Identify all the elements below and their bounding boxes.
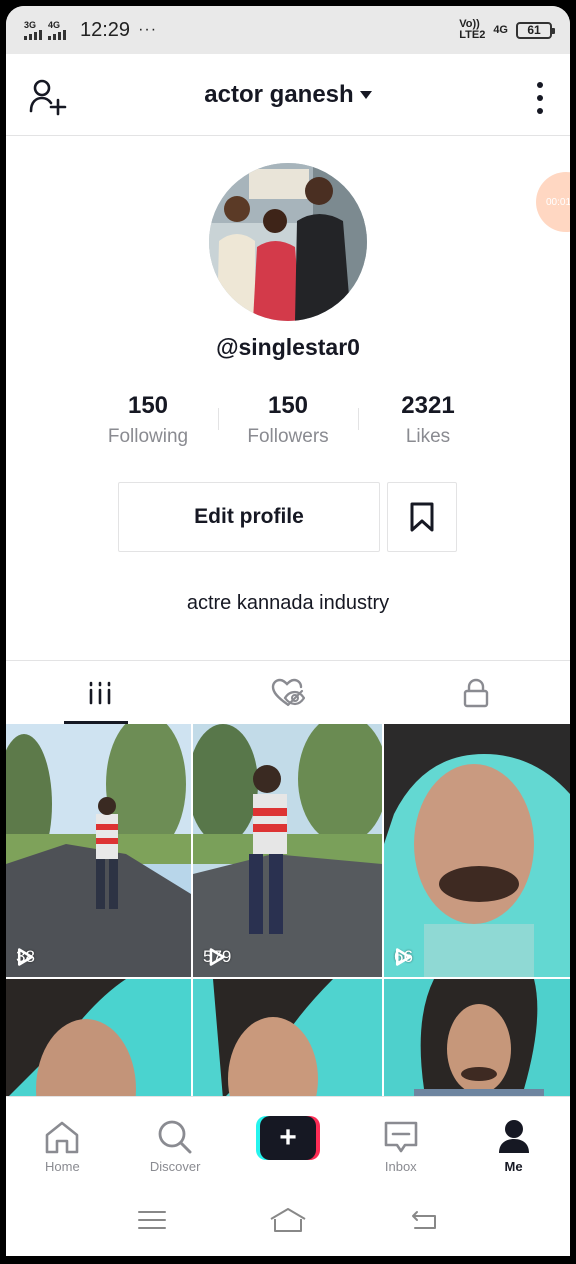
stat-label: Following bbox=[107, 426, 189, 447]
play-icon bbox=[17, 948, 33, 966]
more-options-icon[interactable] bbox=[536, 82, 544, 114]
person-icon bbox=[498, 1120, 529, 1153]
stat-likes[interactable]: 2321 Likes bbox=[358, 392, 498, 462]
status-time: 12:29 bbox=[80, 18, 131, 41]
edit-profile-button[interactable]: Edit profile bbox=[118, 482, 380, 552]
menu-icon[interactable] bbox=[137, 1208, 167, 1232]
nav-me[interactable]: Me bbox=[457, 1097, 570, 1184]
system-navigation-bar bbox=[6, 1184, 570, 1256]
add-friend-icon[interactable] bbox=[28, 78, 68, 118]
nav-create[interactable]: + bbox=[232, 1097, 345, 1184]
status-more-icon: ··· bbox=[138, 21, 158, 38]
stat-value: 150 bbox=[267, 392, 309, 419]
plus-icon: + bbox=[259, 1116, 316, 1160]
nav-discover[interactable]: Discover bbox=[119, 1097, 232, 1184]
username: @singlestar0 bbox=[216, 334, 360, 360]
stat-value: 150 bbox=[127, 392, 169, 419]
view-count: 579 bbox=[203, 947, 231, 967]
liked-hidden-icon bbox=[271, 678, 305, 706]
home-icon bbox=[46, 1121, 79, 1154]
bottom-navigation: Home Discover + Inbox Me bbox=[6, 1096, 570, 1184]
grid-icon bbox=[89, 681, 111, 704]
battery-level: 61 bbox=[527, 22, 541, 37]
video-thumbnail[interactable]: 66 bbox=[384, 724, 570, 977]
tab-videos[interactable] bbox=[6, 661, 194, 724]
content-tabs bbox=[6, 660, 570, 724]
volte-indicator: Vo)) LTE2 bbox=[459, 19, 485, 41]
nav-label: Inbox bbox=[384, 1159, 417, 1174]
tab-private[interactable] bbox=[382, 661, 570, 724]
network-type: 4G bbox=[493, 23, 508, 36]
signal-sim1-icon: 3G bbox=[24, 19, 42, 40]
nav-inbox[interactable]: Inbox bbox=[344, 1097, 457, 1184]
account-name: actor ganesh bbox=[204, 80, 354, 108]
view-count: 38 bbox=[16, 947, 35, 967]
floating-timer[interactable]: 00:01 bbox=[536, 172, 570, 232]
play-icon bbox=[395, 948, 411, 966]
nav-label: Home bbox=[45, 1159, 80, 1174]
stat-label: Followers bbox=[247, 426, 329, 447]
account-switcher[interactable]: actor ganesh bbox=[204, 80, 372, 109]
nav-home[interactable]: Home bbox=[6, 1097, 119, 1184]
stat-following[interactable]: 150 Following bbox=[78, 392, 218, 462]
inbox-icon bbox=[384, 1121, 418, 1153]
nav-label: Discover bbox=[149, 1159, 201, 1174]
sim1-network-label: 3G bbox=[24, 19, 37, 30]
sim2-network-label: 4G bbox=[48, 19, 61, 30]
tab-liked[interactable] bbox=[194, 661, 382, 724]
battery-icon: 61 bbox=[516, 21, 555, 39]
profile-stats: 150 Following 150 Followers 2321 Likes bbox=[78, 392, 498, 462]
chevron-down-icon bbox=[359, 90, 372, 99]
floating-timer-label: 00:01 bbox=[546, 196, 570, 208]
bio: actre kannada industry bbox=[186, 592, 390, 614]
nav-label: Me bbox=[504, 1159, 523, 1174]
view-count: 66 bbox=[394, 947, 413, 967]
system-back-icon[interactable] bbox=[409, 1208, 439, 1232]
video-thumbnail[interactable]: 579 bbox=[193, 724, 382, 977]
screen: 3G 4G 12:29 ··· Vo)) LTE2 4G 61 actor ga… bbox=[6, 6, 570, 1256]
profile-header: actor ganesh bbox=[6, 54, 570, 136]
lock-icon bbox=[463, 678, 489, 707]
stat-followers[interactable]: 150 Followers bbox=[218, 392, 358, 462]
favorites-button[interactable] bbox=[387, 482, 457, 552]
search-icon bbox=[158, 1120, 192, 1154]
signal-sim2-icon: 4G bbox=[48, 19, 66, 40]
stat-label: Likes bbox=[405, 426, 451, 447]
avatar[interactable] bbox=[209, 163, 367, 321]
play-icon bbox=[209, 948, 225, 966]
system-home-icon[interactable] bbox=[269, 1207, 307, 1233]
bookmark-icon bbox=[410, 502, 434, 532]
video-thumbnail[interactable]: 38 bbox=[6, 724, 191, 977]
stat-value: 2321 bbox=[401, 392, 455, 419]
volte-bottom-label: LTE2 bbox=[459, 29, 486, 41]
create-video-button[interactable]: + bbox=[255, 1116, 320, 1160]
status-bar: 3G 4G 12:29 ··· Vo)) LTE2 4G 61 bbox=[6, 6, 570, 54]
